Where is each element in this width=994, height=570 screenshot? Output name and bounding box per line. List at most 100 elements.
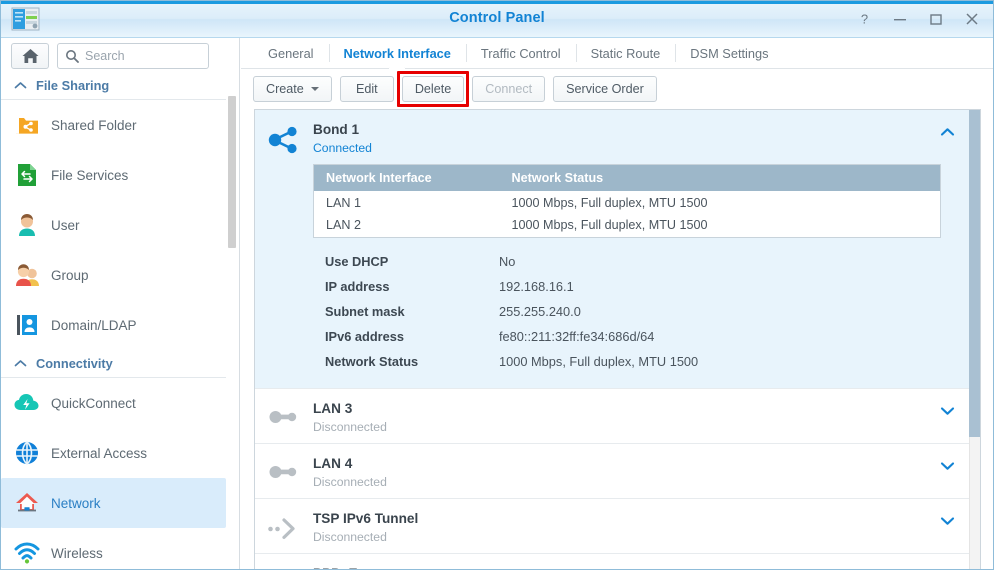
svg-text:?: ?: [860, 12, 867, 26]
table-header-cell: Network Interface: [313, 164, 500, 191]
search-input[interactable]: Search: [57, 43, 209, 69]
table-cell-status: 1000 Mbps, Full duplex, MTU 1500: [499, 214, 941, 237]
pppoe-icon: [255, 565, 313, 570]
sidebar-item-shared-folder[interactable]: Shared Folder: [1, 100, 226, 150]
interface-row-pppoe[interactable]: PPPoE: [255, 553, 969, 570]
property-value: 192.168.16.1: [499, 278, 574, 294]
create-button-wrapper: Create: [253, 76, 332, 102]
search-icon: [65, 49, 79, 63]
chevron-up-icon: [14, 356, 27, 371]
sidebar-item-external-access[interactable]: External Access: [1, 428, 226, 478]
sidebar: Search File Sharing Shared Folder File S…: [1, 38, 240, 569]
chevron-down-icon[interactable]: [925, 565, 969, 570]
sidebar-item-quickconnect[interactable]: QuickConnect: [1, 378, 226, 428]
sidebar-group-label: Connectivity: [36, 356, 113, 371]
property-value: fe80::211:32ff:fe34:686d/64: [499, 328, 655, 344]
shared-folder-icon: [14, 112, 40, 138]
interface-status: Disconnected: [313, 474, 387, 489]
network-icon: [14, 490, 40, 516]
sidebar-group-file-sharing[interactable]: File Sharing: [1, 72, 226, 100]
interface-row-bond-1[interactable]: Bond 1 Connected Network Interface Netwo…: [255, 110, 969, 389]
sidebar-item-network[interactable]: Network: [1, 478, 226, 528]
interface-info: LAN 3 Disconnected: [313, 400, 925, 434]
minimize-button[interactable]: [889, 9, 911, 29]
sidebar-item-label: Group: [51, 267, 89, 283]
sidebar-item-wireless[interactable]: Wireless: [1, 528, 226, 569]
control-panel-window: Control Panel ? Search File Sharing Shar…: [0, 0, 994, 570]
list-scrollbar-track[interactable]: [969, 110, 980, 569]
sidebar-item-domain-ldap[interactable]: Domain/LDAP: [1, 300, 226, 350]
maximize-button[interactable]: [925, 9, 947, 29]
interface-header[interactable]: PPPoE: [255, 554, 969, 570]
sidebar-item-label: Shared Folder: [51, 117, 137, 133]
sidebar-item-label: Wireless: [51, 545, 103, 561]
chevron-up-icon[interactable]: [925, 121, 969, 137]
interface-header[interactable]: TSP IPv6 Tunnel Disconnected: [255, 499, 969, 553]
help-button[interactable]: ?: [853, 9, 875, 29]
tab-dsm-settings[interactable]: DSM Settings: [675, 38, 783, 68]
interface-properties: Use DHCP No IP address 192.168.16.1 Subn…: [313, 249, 969, 374]
sidebar-scrollbar-thumb[interactable]: [228, 96, 236, 248]
chevron-down-icon[interactable]: [925, 510, 969, 526]
interface-status: Connected: [313, 141, 372, 155]
sidebar-item-label: External Access: [51, 445, 148, 461]
table-cell-interface: LAN 2: [313, 214, 500, 237]
property-key: Network Status: [325, 353, 419, 369]
chevron-down-icon[interactable]: [925, 455, 969, 471]
tab-static-route[interactable]: Static Route: [575, 38, 676, 68]
home-button[interactable]: [11, 43, 49, 69]
interface-row-tsp-ipv6-tunnel[interactable]: TSP IPv6 Tunnel Disconnected: [255, 498, 969, 554]
sidebar-item-label: Network: [51, 495, 101, 511]
action-toolbar: Create Edit Delete Connect Service Order: [241, 69, 993, 109]
interface-row-lan-4[interactable]: LAN 4 Disconnected: [255, 443, 969, 499]
table-row: LAN 1 1000 Mbps, Full duplex, MTU 1500: [313, 191, 941, 214]
window-title: Control Panel: [449, 10, 545, 26]
service-order-button[interactable]: Service Order: [553, 76, 657, 102]
wireless-icon: [14, 540, 40, 566]
interface-name: TSP IPv6 Tunnel: [313, 510, 419, 526]
quickconnect-icon: [14, 390, 40, 416]
property-key: Subnet mask: [325, 303, 405, 319]
sidebar-group-label: File Sharing: [36, 78, 110, 93]
delete-button[interactable]: Delete: [401, 76, 465, 102]
sidebar-sections: File Sharing Shared Folder File Services…: [1, 72, 239, 569]
sidebar-item-file-services[interactable]: File Services: [1, 150, 226, 200]
tab-label: Network Interface: [343, 45, 451, 61]
interface-status: Disconnected: [313, 419, 387, 434]
tab-general[interactable]: General: [253, 38, 329, 68]
create-button[interactable]: Create: [253, 76, 332, 102]
tab-bar: General Network Interface Traffic Contro…: [241, 38, 993, 69]
edit-button-label: Edit: [355, 82, 378, 96]
bond-share-icon: [255, 121, 313, 155]
interface-info: PPPoE: [313, 565, 925, 570]
sidebar-item-group[interactable]: Group: [1, 250, 226, 300]
tab-network-interface[interactable]: Network Interface: [328, 38, 466, 68]
table-cell-interface: LAN 1: [313, 191, 500, 214]
chevron-down-icon[interactable]: [925, 400, 969, 416]
lan-disconnected-icon: [255, 400, 313, 430]
main-panel: General Network Interface Traffic Contro…: [241, 38, 993, 569]
interface-row-lan-3[interactable]: LAN 3 Disconnected: [255, 388, 969, 444]
sidebar-group-connectivity[interactable]: Connectivity: [1, 350, 226, 378]
interface-header[interactable]: LAN 3 Disconnected: [255, 389, 969, 443]
tab-traffic-control[interactable]: Traffic Control: [465, 38, 576, 68]
list-scrollbar-thumb[interactable]: [969, 110, 980, 437]
tunnel-icon: [255, 510, 313, 540]
table-header-cell: Network Status: [499, 164, 941, 191]
tab-label: Traffic Control: [480, 45, 561, 61]
table-cell-status: 1000 Mbps, Full duplex, MTU 1500: [499, 191, 941, 214]
sidebar-item-label: User: [51, 217, 80, 233]
edit-button[interactable]: Edit: [339, 76, 394, 102]
interface-info: Bond 1 Connected: [313, 121, 925, 155]
interface-header[interactable]: Bond 1 Connected: [255, 110, 969, 164]
sidebar-item-user[interactable]: User: [1, 200, 226, 250]
interface-header[interactable]: LAN 4 Disconnected: [255, 444, 969, 498]
property-row: Subnet mask 255.255.240.0: [313, 299, 969, 324]
close-button[interactable]: [961, 9, 983, 29]
table-row: LAN 2 1000 Mbps, Full duplex, MTU 1500: [313, 214, 941, 237]
property-row: Network Status 1000 Mbps, Full duplex, M…: [313, 349, 969, 374]
bond-member-table: Network Interface Network Status LAN 1 1…: [313, 164, 941, 238]
property-key: IPv6 address: [325, 328, 404, 344]
interface-list: Bond 1 Connected Network Interface Netwo…: [254, 109, 981, 569]
user-icon: [14, 212, 40, 238]
